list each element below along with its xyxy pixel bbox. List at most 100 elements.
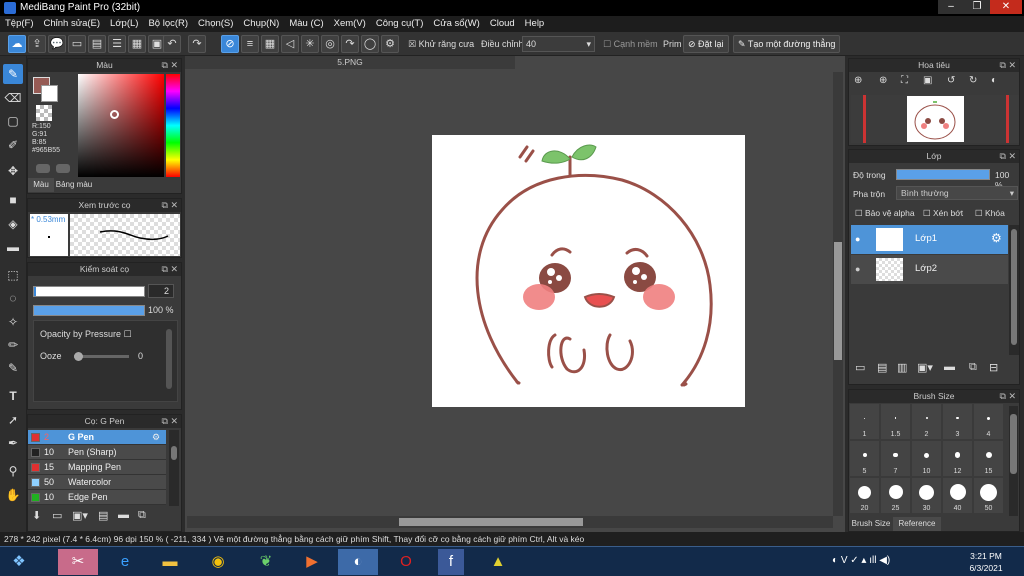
undo-icon[interactable]: ↶ [163,35,181,53]
minimize-button[interactable]: – [938,0,964,14]
add-layer-dropdown-icon[interactable]: ▣▾ [917,361,933,374]
document-icon[interactable]: ▤ [88,35,106,53]
eyedropper-tool-icon[interactable]: ⚲ [3,461,23,481]
brush-size-cell[interactable]: 3 [943,404,972,439]
protect-alpha-checkbox[interactable]: ☐ Bảo vệ alpha [855,208,915,219]
color-picker-cursor[interactable] [110,110,119,119]
fill-shape-tool-icon[interactable]: ■ [3,190,23,210]
menu-color[interactable]: Màu (C) [284,16,328,31]
tray-icons[interactable]: ◐ V ✓ ▴ ıll ◀) [832,555,890,566]
select-tool-icon[interactable]: ⬚ [3,265,23,285]
folder-icon[interactable]: ▬ [944,361,955,373]
menu-cloud[interactable]: Cloud [485,16,520,31]
size-input[interactable]: 2 [148,284,174,298]
opera-icon[interactable]: O [386,549,426,575]
file-explorer-icon[interactable]: ▬ [150,549,190,575]
app-icon-green[interactable]: ❦ [246,549,286,575]
brush-size-cell[interactable]: 12 [943,441,972,476]
lasso-tool-icon[interactable]: ◌ [3,288,23,308]
internet-explorer-icon[interactable]: e [105,549,145,575]
maximize-button[interactable]: ❐ [964,0,990,14]
menu-view[interactable]: Xem(V) [329,16,371,31]
tab-palette[interactable]: Bảng màu [54,178,94,192]
radial-snap-icon[interactable]: ✳ [301,35,319,53]
brush-list-item[interactable]: 10 Pen (Sharp) [28,445,166,460]
menu-select[interactable]: Chọn(S) [193,16,238,31]
cloud-icon[interactable]: ☁ [8,35,26,53]
menu-edit[interactable]: Chỉnh sửa(E) [39,16,106,31]
brush-size-cell[interactable]: 7 [881,441,910,476]
brush-list-item[interactable]: 2 G Pen ⚙ [28,430,166,445]
saturation-value-picker[interactable] [78,74,164,177]
lock-checkbox[interactable]: ☐ Khóa [975,208,1005,219]
brush-list-item[interactable]: 10 Edge Pen [28,490,166,505]
divide-tool-icon[interactable]: ✒ [3,433,23,453]
panel-close-icon[interactable]: ⧉ ✕ [162,59,178,72]
tab-reference[interactable]: Reference [893,517,941,531]
parallel-snap-icon[interactable]: ≡ [241,35,259,53]
rotate-left-icon[interactable]: ↺ [947,75,955,86]
navigator-view[interactable] [851,95,1019,143]
gear-icon[interactable]: ⚙ [152,430,160,445]
close-button[interactable]: ✕ [990,0,1022,14]
antialias-checkbox[interactable]: ☒ Khử răng cưa [408,39,474,50]
flip-icon[interactable]: ◐ [991,75,997,86]
clock[interactable]: 3:21 PM 6/3/2021 [963,550,1009,574]
panel-close-icon[interactable]: ⧉ ✕ [1000,150,1016,163]
app-icon-paint[interactable]: ✂ [58,549,98,575]
media-player-icon[interactable]: ▶ [292,549,332,575]
folder-icon[interactable]: ▬ [118,509,129,521]
panel-close-icon[interactable]: ⧉ ✕ [1000,390,1016,403]
concentric-snap-icon[interactable]: ◎ [321,35,339,53]
clipping-checkbox[interactable]: ☐ Xén bớt [923,208,963,219]
transparent-color-swatch[interactable] [36,105,52,121]
zoom-in-icon[interactable]: ⊕ [854,75,862,86]
rotate-right-icon[interactable]: ↻ [969,75,977,86]
menu-file[interactable]: Tệp(F) [0,16,39,31]
color-mode-button[interactable] [36,164,50,173]
select-pen-tool-icon[interactable]: ✏ [3,335,23,355]
brush-size-cell[interactable]: 5 [850,441,879,476]
brush-size-cell[interactable]: 15 [974,441,1003,476]
medibang-taskbar-icon[interactable]: ◐ [338,549,378,575]
zoom-in-icon-2[interactable]: ⊕ [879,75,887,86]
magic-wand-tool-icon[interactable]: ✧ [3,312,23,332]
new-halftone-layer-icon[interactable]: ▤ [877,361,887,374]
options-scrollbar[interactable] [166,329,172,389]
menu-layer[interactable]: Lớp(L) [105,16,143,31]
brush-size-cell[interactable]: 10 [912,441,941,476]
brush-size-cell[interactable]: 50 [974,478,1003,513]
panel-close-icon[interactable]: ⧉ ✕ [162,199,178,212]
add-brush-icon[interactable]: ▣▾ [72,509,88,522]
brush-size-cell[interactable]: 30 [912,478,941,513]
list-icon[interactable]: ☰ [108,35,126,53]
actual-size-icon[interactable]: ▣ [923,75,932,86]
panel-close-icon[interactable]: ⧉ ✕ [1000,59,1016,72]
duplicate-icon[interactable]: ⧉ [138,509,146,522]
gear-icon[interactable]: ⚙ [991,231,1002,245]
vertical-scrollbar[interactable] [833,72,843,516]
grid-snap-icon[interactable]: ▦ [261,35,279,53]
layer-opacity-slider[interactable] [896,169,990,180]
circle-snap-icon[interactable]: ◯ [361,35,379,53]
operation-tool-icon[interactable]: ➚ [3,410,23,430]
snap-off-icon[interactable]: ⊘ [221,35,239,53]
share-icon[interactable]: ⇪ [28,35,46,53]
document-tab[interactable]: 5.PNG [185,56,515,69]
facebook-icon[interactable]: f [438,549,464,575]
hand-tool-icon[interactable]: ✋ [3,485,23,505]
color-mode-button-2[interactable] [56,164,70,173]
layer-scrollbar[interactable] [1009,225,1019,355]
brush-size-cell[interactable]: 2 [912,404,941,439]
panel-close-icon[interactable]: ⧉ ✕ [162,263,178,276]
hue-slider[interactable] [166,74,180,177]
start-button-icon[interactable]: ❖ [2,549,36,575]
settings-icon[interactable]: ⚙ [381,35,399,53]
brush-list-item[interactable]: 15 Mapping Pen [28,460,166,475]
layer-row[interactable]: ● Lớp2 [851,255,1008,284]
brush-size-cell[interactable]: 4 [974,404,1003,439]
new-document-icon[interactable]: ▭ [68,35,86,53]
brush-size-cell[interactable]: 40 [943,478,972,513]
save-icon[interactable]: ▦ [128,35,146,53]
size-slider[interactable] [33,286,145,297]
